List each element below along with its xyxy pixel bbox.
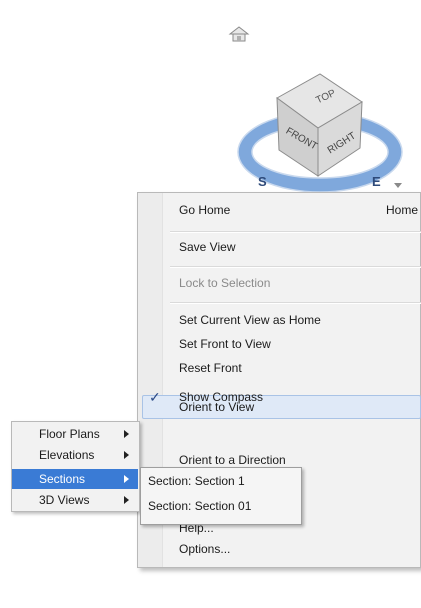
menu-item-reset-front[interactable]: Reset Front xyxy=(179,357,242,379)
submenu-item-sections[interactable]: Sections xyxy=(39,469,85,489)
submenu-arrow-icon xyxy=(124,451,129,459)
submenu-item-3d-views[interactable]: 3D Views xyxy=(39,490,89,510)
submenu-arrow-icon xyxy=(124,496,129,504)
section-item-section-01[interactable]: Section: Section 01 xyxy=(148,495,251,517)
menu-item-lock-to-selection: Lock to Selection xyxy=(179,276,271,290)
section-item-section-1[interactable]: Section: Section 1 xyxy=(148,470,245,492)
viewcube[interactable]: TOP FRONT RIGHT S E xyxy=(0,0,421,200)
view-cube[interactable]: TOP FRONT RIGHT xyxy=(276,73,363,177)
submenu-arrow-icon xyxy=(124,430,129,438)
menu-separator xyxy=(170,302,421,304)
home-icon[interactable] xyxy=(228,26,250,42)
go-home-shortcut: Home xyxy=(386,203,419,217)
checkmark-icon: ✓ xyxy=(149,389,161,405)
submenu-arrow-icon xyxy=(124,475,129,483)
compass-letter-e: E xyxy=(372,174,381,189)
menu-item-options[interactable]: Options... xyxy=(179,538,230,560)
menu-separator xyxy=(170,231,421,233)
viewcube-menu-icon[interactable] xyxy=(394,183,402,188)
menu-item-orient-to-view[interactable]: Orient to View xyxy=(179,396,254,418)
compass-letter-s: S xyxy=(258,174,267,189)
menu-item-go-home[interactable]: Go Home xyxy=(179,199,230,221)
menu-item-set-current-view-as-home[interactable]: Set Current View as Home xyxy=(179,309,321,331)
menu-item-set-front-to-view[interactable]: Set Front to View xyxy=(179,333,271,355)
menu-separator xyxy=(170,266,421,268)
menu-item-save-view[interactable]: Save View xyxy=(179,236,235,258)
submenu-item-floor-plans[interactable]: Floor Plans xyxy=(39,424,100,444)
submenu-item-elevations[interactable]: Elevations xyxy=(39,445,94,465)
